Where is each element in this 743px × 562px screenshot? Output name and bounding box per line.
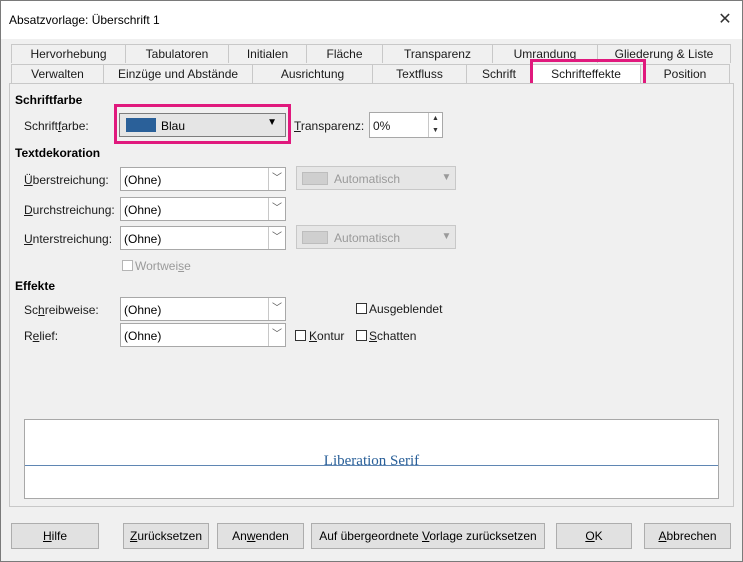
tab-verwalten[interactable]: Verwalten bbox=[11, 64, 104, 83]
section-textdekoration: Textdekoration bbox=[15, 146, 101, 160]
shadow-label: Schatten bbox=[369, 329, 417, 343]
chevron-down-icon: ﹀ bbox=[268, 198, 285, 220]
chevron-down-icon: ﹀ bbox=[268, 324, 285, 346]
transparency-value: 0% bbox=[373, 119, 391, 133]
font-color-label: Schriftfarbe: bbox=[24, 119, 89, 133]
hidden-label: Ausgeblendet bbox=[369, 302, 443, 316]
tab-schrift[interactable]: Schrift bbox=[466, 64, 532, 83]
strikethrough-combo[interactable]: (Ohne) ﹀ bbox=[120, 197, 286, 221]
cancel-button[interactable]: Abbrechen bbox=[644, 523, 731, 549]
preview-sample-text: Liberation Serif bbox=[323, 453, 420, 469]
relief-label: Relief: bbox=[24, 329, 59, 343]
tab-position[interactable]: Position bbox=[640, 64, 730, 83]
spin-up-icon[interactable]: ▲ bbox=[429, 113, 442, 125]
color-swatch bbox=[302, 231, 328, 244]
case-label: Schreibweise: bbox=[24, 303, 99, 317]
shadow-checkbox[interactable] bbox=[356, 330, 367, 341]
chevron-down-icon: ﹀ bbox=[268, 227, 285, 249]
ok-button[interactable]: OK bbox=[556, 523, 632, 549]
tab-row-1: Hervorhebung Tabulatoren Initialen Fläch… bbox=[11, 44, 731, 63]
case-value: (Ohne) bbox=[124, 303, 162, 317]
color-swatch bbox=[302, 172, 328, 185]
transparency-label: Transparenz: bbox=[294, 119, 365, 133]
help-button[interactable]: Hilfe bbox=[11, 523, 99, 549]
strikethrough-label: Durchstreichung: bbox=[24, 203, 115, 217]
font-preview: Liberation Serif bbox=[24, 419, 719, 499]
underline-value: (Ohne) bbox=[124, 232, 162, 246]
overline-color-combo: Automatisch ▼ bbox=[296, 166, 456, 190]
hidden-checkbox[interactable] bbox=[356, 303, 367, 314]
tab-schrifteffekte[interactable]: Schrifteffekte bbox=[531, 64, 641, 83]
overline-label: Überstreichung: bbox=[24, 173, 109, 187]
chevron-down-icon: ﹀ bbox=[268, 298, 285, 320]
title-bar: Absatzvorlage: Überschrift 1 ✕ bbox=[1, 1, 742, 39]
spin-buttons: ▲ ▼ bbox=[428, 113, 442, 137]
wordwise-checkbox bbox=[122, 260, 133, 271]
dropdown-arrow-icon: ▼ bbox=[267, 117, 277, 128]
font-color-dropdown[interactable]: Blau ▼ bbox=[119, 113, 286, 137]
underline-label: Unterstreichung: bbox=[24, 232, 113, 246]
tab-textfluss[interactable]: Textfluss bbox=[372, 64, 467, 83]
tab-gliederung-liste[interactable]: Gliederung & Liste bbox=[597, 44, 731, 63]
outline-checkbox[interactable] bbox=[295, 330, 306, 341]
apply-button[interactable]: Anwenden bbox=[217, 523, 304, 549]
color-swatch bbox=[126, 118, 156, 132]
tab-einzuege-abstaende[interactable]: Einzüge und Abstände bbox=[103, 64, 253, 83]
case-combo[interactable]: (Ohne) ﹀ bbox=[120, 297, 286, 321]
font-color-value: Blau bbox=[161, 119, 186, 133]
tab-row-2: Verwalten Einzüge und Abstände Ausrichtu… bbox=[11, 64, 730, 83]
reset-to-parent-button[interactable]: Auf übergeordnete Vorlage zurücksetzen bbox=[311, 523, 545, 549]
dropdown-arrow-icon: ▼ bbox=[441, 172, 452, 183]
wordwise-label: Wortweise bbox=[135, 259, 191, 273]
chevron-down-icon: ﹀ bbox=[268, 168, 285, 190]
relief-combo[interactable]: (Ohne) ﹀ bbox=[120, 323, 286, 347]
section-schriftfarbe: Schriftfarbe bbox=[15, 93, 83, 107]
overline-color-value: Automatisch bbox=[334, 172, 401, 186]
underline-color-value: Automatisch bbox=[334, 231, 401, 245]
strikethrough-value: (Ohne) bbox=[124, 203, 162, 217]
section-effekte: Effekte bbox=[15, 279, 56, 293]
tab-flaeche[interactable]: Fläche bbox=[306, 44, 383, 63]
tab-initialen[interactable]: Initialen bbox=[228, 44, 307, 63]
window-title: Absatzvorlage: Überschrift 1 bbox=[9, 13, 160, 27]
transparency-spinbox[interactable]: 0% ▲ ▼ bbox=[369, 112, 443, 138]
tab-hervorhebung[interactable]: Hervorhebung bbox=[11, 44, 126, 63]
tab-transparenz[interactable]: Transparenz bbox=[382, 44, 493, 63]
reset-button[interactable]: Zurücksetzen bbox=[123, 523, 209, 549]
tab-umrandung[interactable]: Umrandung bbox=[492, 44, 598, 63]
tab-ausrichtung[interactable]: Ausrichtung bbox=[252, 64, 373, 83]
overline-combo[interactable]: (Ohne) ﹀ bbox=[120, 167, 286, 191]
dropdown-arrow-icon: ▼ bbox=[441, 231, 452, 242]
relief-value: (Ohne) bbox=[124, 329, 162, 343]
underline-combo[interactable]: (Ohne) ﹀ bbox=[120, 226, 286, 250]
tab-tabulatoren[interactable]: Tabulatoren bbox=[125, 44, 229, 63]
overline-value: (Ohne) bbox=[124, 173, 162, 187]
underline-color-combo: Automatisch ▼ bbox=[296, 225, 456, 249]
outline-label: Kontur bbox=[309, 329, 345, 343]
close-icon[interactable]: ✕ bbox=[714, 9, 736, 31]
paragraph-style-dialog: Absatzvorlage: Überschrift 1 ✕ Hervorheb… bbox=[0, 0, 743, 562]
spin-down-icon[interactable]: ▼ bbox=[429, 125, 442, 137]
